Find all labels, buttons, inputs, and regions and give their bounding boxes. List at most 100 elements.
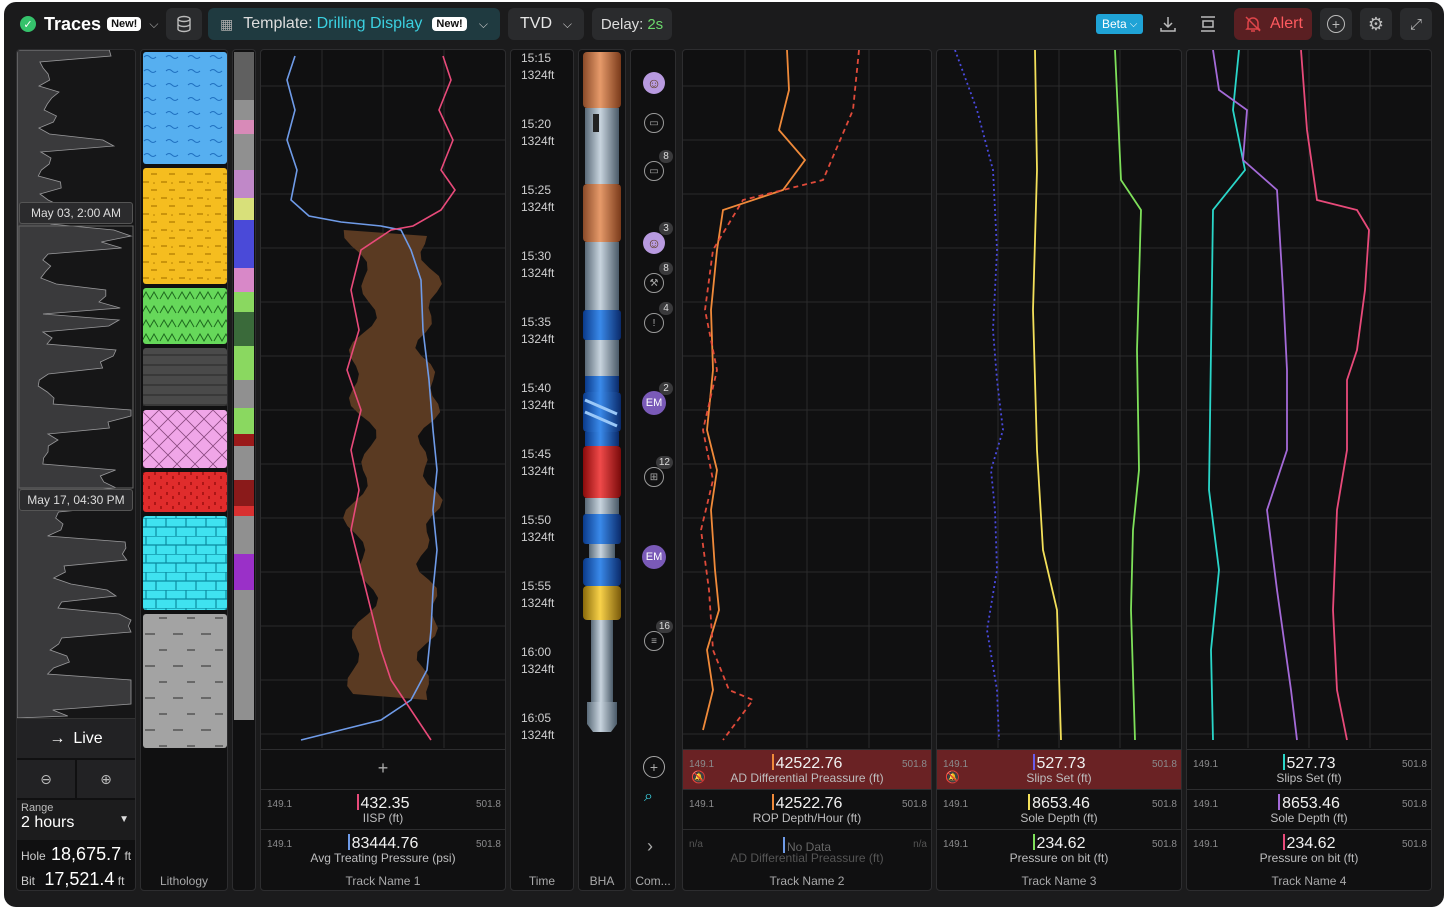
range-select[interactable]: Range 2 hours ▼ [17, 800, 135, 840]
readout-name: ROP Depth/Hour (ft) [752, 811, 862, 825]
time-tick-depth: 1324ft [521, 728, 555, 742]
curve-readout[interactable]: 149.1 501.8 527.73 Slips Set (ft) [1187, 749, 1431, 789]
lithology-label: Lithology [159, 874, 209, 888]
readout-name: Slips Set (ft) [1276, 771, 1342, 785]
readout-value: 8653.46 [1032, 795, 1090, 812]
chevron-down-icon[interactable]: ⌵ [149, 17, 158, 32]
series-color-swatch [1028, 794, 1031, 810]
search-icon: ⌕ [644, 788, 653, 805]
delay-label: Delay: [600, 15, 644, 33]
curve-readout[interactable]: 149.1 501.8 234.62 Pressure on bit (ft) [937, 829, 1181, 869]
curve-readout[interactable]: 149.1 501.8 527.73 Slips Set (ft) 🔕 [937, 749, 1181, 789]
curve-readout[interactable]: 149.1 501.8 42522.76 ROP Depth/Hour (ft) [683, 789, 931, 829]
settings-button[interactable]: ⚙ [1360, 8, 1392, 40]
add-curve-button[interactable]: + [261, 749, 505, 787]
bell-off-icon[interactable]: 🔕 [945, 770, 960, 784]
series-color-swatch [356, 794, 359, 810]
time-tick: 15:50 1324ft [511, 512, 569, 546]
readout-value: 234.62 [1286, 835, 1336, 852]
initials-avatar: EM [642, 545, 666, 569]
time-tick-time: 15:15 [521, 51, 552, 65]
beta-select[interactable]: Beta ⌵ [1096, 14, 1144, 34]
time-tick-depth: 1324ft [521, 332, 555, 346]
live-button[interactable]: → Live [17, 718, 135, 758]
time-tick: 16:00 1324ft [511, 644, 569, 678]
delay-value: 2s [647, 15, 664, 33]
depth-mode-select[interactable]: TVD ⌵ [508, 8, 584, 40]
series-color-swatch [771, 754, 774, 770]
time-tick-time: 15:25 [521, 183, 552, 197]
comment-marker[interactable]: ! 4 [641, 302, 673, 336]
lithology-strip-segment [234, 446, 254, 480]
time-tick: 15:40 1324ft [511, 380, 569, 414]
readout-value: 432.35 [360, 795, 410, 812]
expand-comments-button[interactable]: › [647, 836, 653, 857]
layout-button[interactable] [1198, 14, 1218, 34]
zoom-in-button[interactable]: ⊕ [77, 760, 135, 798]
lithology-panel: Lithology [140, 49, 228, 891]
comment-marker[interactable]: ⚒ 8 [641, 262, 673, 296]
track-3-plot[interactable] [937, 50, 1181, 748]
readout-name: Pressure on bit (ft) [1009, 851, 1109, 865]
bit-value: 17,521.4 [44, 869, 115, 889]
alert-button[interactable]: Alert [1234, 8, 1312, 40]
readout-value: 527.73 [1036, 755, 1086, 772]
comment-marker[interactable]: EM [641, 544, 667, 570]
download-button[interactable] [1158, 14, 1178, 34]
comments-panel: ☺ ▭ ▭ 8 ☺ 3 ⚒ 8! 4 EM 2 ⊞ 12 EM ≡ 16 + ⌕ › Com... [630, 49, 676, 891]
traces-title[interactable]: ✓ Traces New! ⌵ [20, 12, 158, 36]
lithology-strip-segment [234, 554, 254, 590]
curve-readout[interactable]: 149.1 501.8 432.35 IISP (ft) [261, 789, 505, 829]
track-2-plot[interactable] [683, 50, 931, 748]
search-comments-button[interactable]: ⌕ [644, 788, 653, 806]
curve-readout[interactable]: 149.1 501.8 8653.46 Sole Depth (ft) [937, 789, 1181, 829]
lithology-column[interactable] [141, 50, 227, 750]
comment-marker[interactable]: ☺ [641, 70, 667, 96]
comment-marker[interactable]: ≡ 16 [641, 620, 673, 654]
app-window: ✓ Traces New! ⌵ ▦ Template: Drilling Dis… [4, 2, 1444, 907]
alert-label: Alert [1270, 15, 1303, 32]
plus-icon: + [377, 758, 389, 778]
comment-marker[interactable]: ⊞ 12 [641, 456, 673, 490]
add-comment-button[interactable]: + [643, 756, 665, 778]
chevron-right-icon: › [647, 836, 653, 856]
comment-marker[interactable]: EM 2 [641, 382, 673, 416]
bell-off-icon[interactable]: 🔕 [691, 770, 706, 784]
layout-icon [1201, 16, 1215, 32]
add-button[interactable]: + [1320, 8, 1352, 40]
lithology-strip-segment [234, 134, 254, 170]
readout-name: Sole Depth (ft) [1270, 811, 1348, 825]
fullscreen-button[interactable]: ⤢ [1400, 8, 1432, 40]
comment-marker[interactable]: ▭ [641, 110, 667, 136]
curve-readout[interactable]: 149.1 501.8 234.62 Pressure on bit (ft) [1187, 829, 1431, 869]
grid-icon: ▦ [220, 15, 234, 32]
track-4-plot[interactable] [1187, 50, 1431, 748]
download-icon [1160, 17, 1176, 32]
curve-readout[interactable]: 149.1 501.8 42522.76 AD Differential Preass… [683, 749, 931, 789]
readout-value: 8653.46 [1282, 795, 1340, 812]
database-button[interactable] [166, 8, 202, 40]
comment-count-badge: 16 [655, 620, 673, 633]
curve-readout[interactable]: 149.1 501.8 8653.46 Sole Depth (ft) [1187, 789, 1431, 829]
bha-diagram[interactable] [579, 50, 625, 750]
zoom-out-icon: ⊖ [40, 770, 52, 787]
time-tick-time: 15:20 [521, 117, 552, 131]
curve-readout[interactable]: n/a n/a No Data AD Differential Preassure (… [683, 829, 931, 869]
lithology-strip-segment [234, 480, 254, 506]
chat-icon: ▭ [644, 161, 664, 181]
comment-marker[interactable]: ▭ 8 [641, 150, 673, 184]
zoom-out-button[interactable]: ⊖ [17, 760, 75, 798]
track-1-plot[interactable] [261, 50, 505, 748]
lithology-strip-bars[interactable] [233, 50, 255, 750]
curve-readout[interactable]: 149.1 501.8 83444.76 Avg Treating Pressure … [261, 829, 505, 869]
lithology-strip-segment [234, 52, 254, 100]
comment-marker[interactable]: ☺ 3 [641, 222, 673, 256]
readout-name: AD Differential Preassure (ft) [730, 771, 884, 785]
template-selector[interactable]: ▦ Template: Drilling Display New! ⌵ [208, 8, 500, 40]
delay-indicator[interactable]: Delay: 2s [592, 8, 672, 40]
add-circle-icon: + [1327, 15, 1345, 33]
overview-chart[interactable] [17, 50, 135, 718]
lithology-strip-segment [234, 312, 254, 346]
tool-icon: ⚒ [644, 273, 664, 293]
series-color-swatch [347, 834, 350, 850]
